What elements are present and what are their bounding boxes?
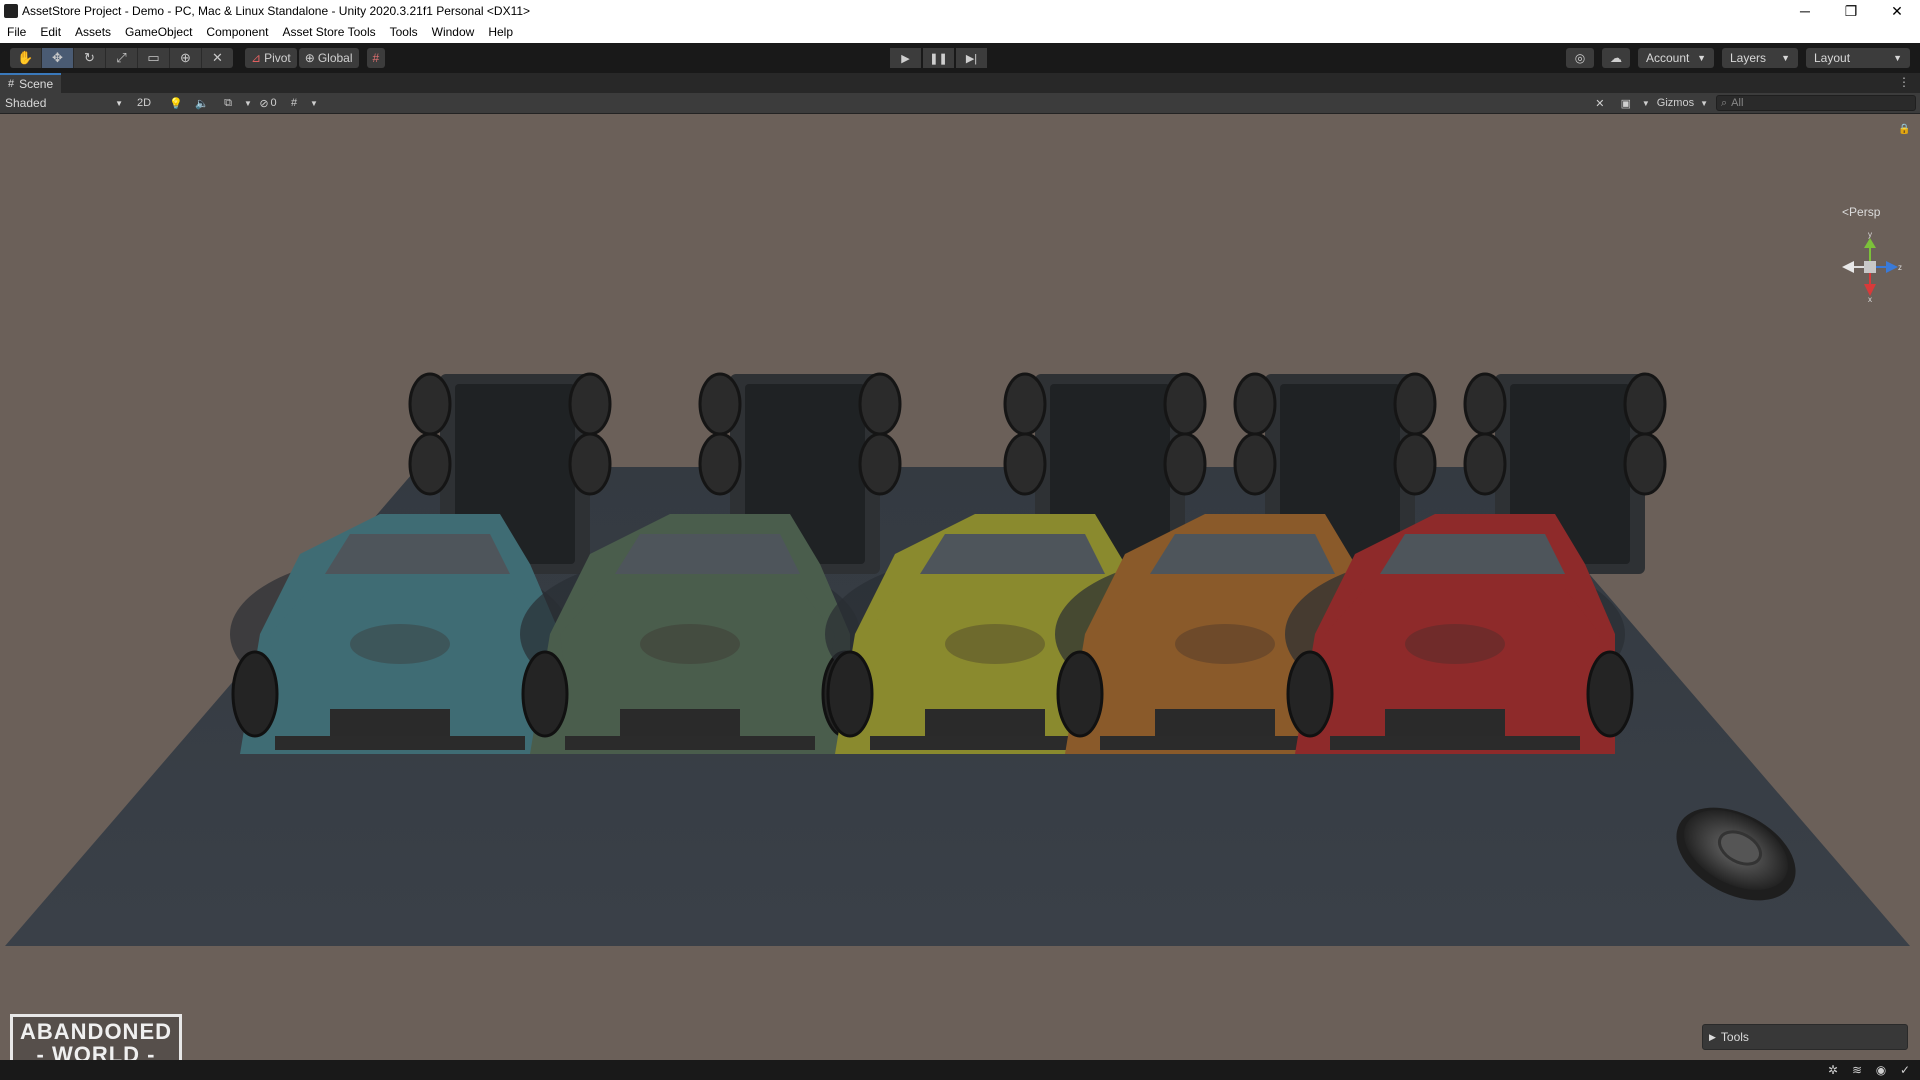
pivot-icon: ⊿ xyxy=(251,51,262,65)
more-options-icon[interactable]: ⋮ xyxy=(1898,75,1910,89)
hand-tool-icon[interactable]: ✋ xyxy=(10,48,42,68)
camera-icon[interactable]: ▣ xyxy=(1615,95,1637,111)
global-toggle[interactable]: ⊕ Global xyxy=(298,48,359,68)
play-icon[interactable]: ▶ xyxy=(890,48,921,68)
menu-gameobject[interactable]: GameObject xyxy=(118,22,199,43)
chevron-down-icon: ▼ xyxy=(1893,53,1902,63)
hidden-count: 0 xyxy=(270,97,277,109)
orientation-gizmo[interactable]: y z x xyxy=(1838,232,1902,302)
main-toolbar: ✋ ✥ ↻ ⤢ ▭ ⊕ ✕ ⊿ Pivot ⊕ Global # ▶ ❚❚ ▶|… xyxy=(0,43,1920,73)
globe-icon: ⊕ xyxy=(304,51,315,65)
chevron-down-icon: ▼ xyxy=(1700,98,1708,108)
move-tool-icon[interactable]: ✥ xyxy=(42,48,74,68)
menu-edit[interactable]: Edit xyxy=(33,22,68,43)
menu-bar: File Edit Assets GameObject Component As… xyxy=(0,22,1920,43)
account-dropdown[interactable]: Account ▼ xyxy=(1638,48,1714,68)
tab-scene[interactable]: # Scene xyxy=(0,73,62,93)
scene-tab-bar: # Scene ⋮ xyxy=(0,73,1920,93)
transform-tools: ✋ ✥ ↻ ⤢ ▭ ⊕ ✕ xyxy=(10,48,233,68)
menu-help[interactable]: Help xyxy=(481,22,520,43)
tools-icon[interactable]: ✕ xyxy=(1589,95,1611,111)
menu-tools[interactable]: Tools xyxy=(383,22,425,43)
menu-assets[interactable]: Assets xyxy=(68,22,118,43)
rotate-tool-icon[interactable]: ↻ xyxy=(74,48,106,68)
axis-z-label: z xyxy=(1898,263,1902,272)
scene-view-toolbar: Shaded ▼ 2D 💡 🔈 ⧉ ▼ ⊘ 0 # ▼ ✕ ▣ ▼ Gizmos… xyxy=(0,93,1920,114)
minimize-button[interactable]: ─ xyxy=(1782,0,1828,22)
scene-render xyxy=(5,372,1910,946)
chevron-right-icon: ▶ xyxy=(1709,1031,1716,1042)
pause-icon[interactable]: ❚❚ xyxy=(923,48,954,68)
search-placeholder: All xyxy=(1731,97,1744,109)
gizmos-dropdown[interactable]: Gizmos ▼ xyxy=(1657,95,1708,111)
unity-app-icon xyxy=(4,4,18,18)
grid-icon[interactable]: # xyxy=(283,95,305,111)
axis-y-label: y xyxy=(1868,232,1872,239)
menu-window[interactable]: Window xyxy=(425,22,482,43)
search-icon: ⌕ xyxy=(1721,96,1728,109)
effects-icon[interactable]: ⧉ xyxy=(217,95,239,111)
menu-file[interactable]: File xyxy=(0,22,33,43)
pivot-label: Pivot xyxy=(264,51,291,65)
global-label: Global xyxy=(317,51,353,65)
logo-line-1: ABANDONED xyxy=(20,1019,172,1044)
hierarchy-search-input[interactable]: ⌕ All xyxy=(1716,95,1916,111)
draw-mode-dropdown[interactable]: Shaded ▼ xyxy=(3,95,125,111)
chevron-down-icon[interactable]: ▼ xyxy=(243,95,253,111)
lighting-progress-icon[interactable]: ◉ xyxy=(1872,1063,1890,1077)
tools-overlay-panel[interactable]: ▶ Tools xyxy=(1702,1024,1908,1050)
status-bar: ✲ ≋ ◉ ✓ xyxy=(0,1060,1920,1080)
grid-snap-icon: # xyxy=(372,51,380,65)
scene-tab-label: Scene xyxy=(19,77,54,91)
draw-mode-label: Shaded xyxy=(5,96,47,110)
chevron-down-icon: ▼ xyxy=(1781,53,1790,63)
2d-toggle[interactable]: 2D xyxy=(133,95,155,111)
menu-asset-store-tools[interactable]: Asset Store Tools xyxy=(275,22,382,43)
close-button[interactable]: ✕ xyxy=(1874,0,1920,22)
toolbar-right: ◎ ☁ Account ▼ Layers ▼ Layout ▼ xyxy=(1558,48,1910,68)
transform-tool-icon[interactable]: ⊕ xyxy=(170,48,202,68)
chevron-down-icon: ▼ xyxy=(115,98,123,108)
scale-tool-icon[interactable]: ⤢ xyxy=(106,48,138,68)
custom-tool-icon[interactable]: ✕ xyxy=(202,48,233,68)
play-controls: ▶ ❚❚ ▶| xyxy=(890,48,989,68)
bug-icon[interactable]: ✲ xyxy=(1824,1063,1842,1077)
scene-toolbar-right: ✕ ▣ ▼ Gizmos ▼ ⌕ All xyxy=(1585,95,1916,111)
chevron-down-icon: ▼ xyxy=(1697,53,1706,63)
restore-button[interactable]: ❐ xyxy=(1828,0,1874,22)
grid-snap-button[interactable]: # xyxy=(366,48,386,68)
projection-toggle[interactable]: <Persp xyxy=(1842,205,1880,219)
eye-slash-icon: ⊘ xyxy=(259,97,269,110)
hidden-objects-toggle[interactable]: ⊘ 0 xyxy=(257,95,279,111)
projection-label: Persp xyxy=(1849,205,1881,219)
step-icon[interactable]: ▶| xyxy=(956,48,987,68)
lock-icon[interactable]: 🔒 xyxy=(1898,124,1910,135)
rect-tool-icon[interactable]: ▭ xyxy=(138,48,170,68)
title-bar: AssetStore Project - Demo - PC, Mac & Li… xyxy=(0,0,1920,22)
check-icon[interactable]: ✓ xyxy=(1896,1063,1914,1077)
tools-panel-label: Tools xyxy=(1720,1030,1749,1044)
chevron-left-icon: < xyxy=(1842,205,1850,219)
pivot-toggle[interactable]: ⊿ Pivot xyxy=(245,48,297,68)
layout-dropdown[interactable]: Layout ▼ xyxy=(1806,48,1910,68)
scene-grid-icon: # xyxy=(8,78,15,90)
collab-icon[interactable]: ◎ xyxy=(1566,48,1594,68)
account-label: Account xyxy=(1646,51,1690,65)
scene-viewport[interactable]: y z x 🔒 xyxy=(0,114,1920,1060)
chevron-down-icon[interactable]: ▼ xyxy=(309,95,319,111)
audio-icon[interactable]: 🔈 xyxy=(191,95,213,111)
gizmos-label: Gizmos xyxy=(1656,97,1695,109)
trucks-layer xyxy=(230,372,1667,754)
lighting-icon[interactable]: 💡 xyxy=(165,95,187,111)
layers-stack-icon[interactable]: ≋ xyxy=(1848,1063,1866,1077)
chevron-down-icon[interactable]: ▼ xyxy=(1641,95,1651,111)
layout-label: Layout xyxy=(1814,51,1851,65)
window-title: AssetStore Project - Demo - PC, Mac & Li… xyxy=(22,4,531,18)
layers-dropdown[interactable]: Layers ▼ xyxy=(1722,48,1798,68)
layers-label: Layers xyxy=(1730,51,1767,65)
cloud-icon[interactable]: ☁ xyxy=(1602,48,1630,68)
axis-x-label: x xyxy=(1868,295,1872,302)
menu-component[interactable]: Component xyxy=(199,22,275,43)
